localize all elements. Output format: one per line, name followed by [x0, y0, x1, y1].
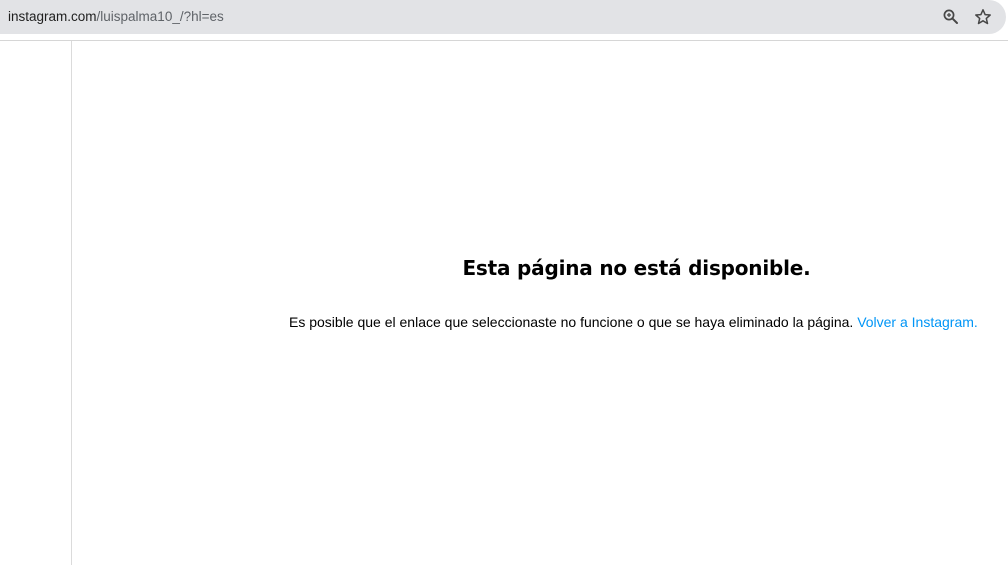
error-message: Es posible que el enlace que seleccionas… [289, 313, 978, 331]
url-text[interactable]: instagram.com/luispalma10_/?hl=es [8, 9, 224, 25]
address-bar[interactable]: instagram.com/luispalma10_/?hl=es [0, 0, 1006, 34]
url-path: /luispalma10_/?hl=es [96, 9, 224, 24]
zoom-icon[interactable] [942, 8, 960, 26]
instagram-sidebar-rail [0, 41, 72, 565]
error-content: Esta página no está disponible. Es posib… [72, 41, 1008, 565]
page-title: Esta página no está disponible. [462, 256, 811, 280]
url-host: instagram.com [8, 9, 97, 24]
browser-window: instagram.com/luispalma10_/?hl=es Esta p… [0, 0, 1008, 565]
error-message-text: Es posible que el enlace que seleccionas… [289, 314, 854, 330]
back-to-instagram-link[interactable]: Volver a Instagram. [857, 314, 978, 330]
bookmark-star-icon[interactable] [974, 8, 992, 26]
